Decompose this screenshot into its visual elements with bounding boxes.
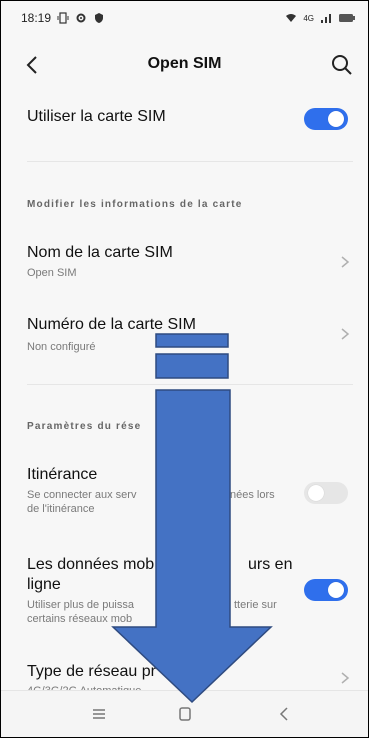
roaming-desc-3: de l'itinérance: [27, 503, 95, 515]
sim-name-label: Nom de la carte SIM: [27, 244, 173, 261]
page-title: Open SIM: [147, 55, 222, 72]
wifi-icon: [286, 14, 297, 22]
shield-icon: [95, 13, 104, 23]
mobile-data-row[interactable]: Les données mob urs en ligne Utiliser pl…: [1, 553, 368, 633]
section-header-network: Paramètres du rése: [27, 421, 142, 432]
divider: [27, 384, 353, 385]
chevron-right-icon: [341, 672, 350, 684]
roaming-desc-2: nées lors: [230, 489, 275, 501]
sim-number-label: Numéro de la carte SIM: [27, 316, 196, 333]
roaming-desc-1: Se connecter aux serv: [27, 489, 137, 501]
navigation-bar: [1, 690, 368, 737]
divider: [27, 161, 353, 162]
mobile-data-desc-3: certains réseaux mob: [27, 613, 133, 625]
vibrate-icon: [57, 12, 69, 24]
sim-number-row[interactable]: Numéro de la carte SIM Non configuré: [1, 311, 368, 361]
mobile-data-toggle[interactable]: [304, 579, 348, 601]
use-sim-row[interactable]: Utiliser la carte SIM: [1, 101, 368, 137]
back-icon[interactable]: [271, 703, 297, 725]
settings-icon: [76, 13, 86, 23]
roaming-label: Itinérance: [27, 466, 98, 483]
mobile-data-label-2: urs en: [248, 556, 293, 573]
network-type: 4G: [303, 13, 314, 23]
mobile-data-desc-1: Utiliser plus de puissa: [27, 599, 134, 611]
sim-name-value: Open SIM: [27, 267, 77, 279]
menu-icon[interactable]: [86, 703, 112, 725]
mobile-data-desc-2: tterie sur: [234, 599, 277, 611]
search-icon[interactable]: [328, 51, 356, 79]
network-type-label: Type de réseau pr: [27, 663, 156, 680]
chevron-right-icon: [341, 256, 350, 268]
down-arrow: [111, 389, 273, 704]
toggle-knob: [308, 485, 324, 501]
signal-icon: [321, 14, 331, 23]
header: Open SIM: [1, 41, 368, 91]
roaming-row[interactable]: Itinérance Se connecter aux serv nées lo…: [1, 463, 368, 523]
toggle-knob: [328, 582, 344, 598]
home-icon[interactable]: [172, 703, 198, 725]
mobile-data-label-3: ligne: [27, 576, 61, 593]
roaming-toggle[interactable]: [304, 482, 348, 504]
sim-number-value: Non configuré: [27, 341, 96, 353]
battery-icon: [339, 14, 355, 22]
clock: 18:19: [21, 11, 52, 25]
phone-screen: 18:19 4G Open SIM Utiliser la carte SIM …: [0, 0, 369, 738]
use-sim-label: Utiliser la carte SIM: [27, 108, 166, 125]
section-header-modify: Modifier les informations de la carte: [27, 199, 243, 210]
status-bar: 18:19 4G: [1, 1, 368, 35]
status-right: 4G: [285, 12, 356, 24]
sim-name-row[interactable]: Nom de la carte SIM Open SIM: [1, 239, 368, 289]
status-left: 18:19: [21, 11, 105, 25]
toggle-knob: [328, 111, 344, 127]
chevron-right-icon: [341, 328, 350, 340]
mobile-data-label-1: Les données mob: [27, 556, 155, 573]
use-sim-toggle[interactable]: [304, 108, 348, 130]
